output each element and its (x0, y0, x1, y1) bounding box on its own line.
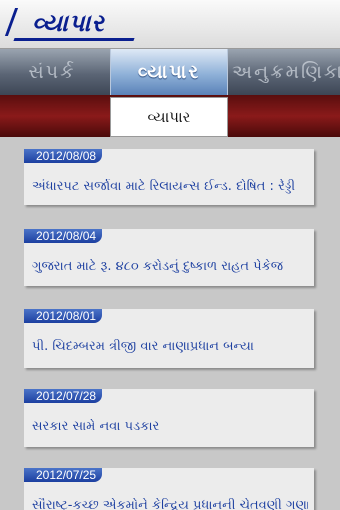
logo-slash-icon (4, 8, 19, 36)
news-item[interactable]: 2012/07/25 સૌરાષ્ટ્ર-કચ્છ એકમોને કેન્દ્ર… (24, 468, 314, 510)
news-title[interactable]: સૌરાષ્ટ્ર-કચ્છ એકમોને કેન્દ્રિય પ્રધાનની… (32, 498, 308, 510)
news-date: 2012/07/28 (24, 389, 103, 403)
news-title[interactable]: સરકાર સામે નવા પડકાર (32, 419, 308, 434)
section-title: વ્યાપાર (110, 97, 228, 137)
news-title[interactable]: અંધારપટ સર્જાવા માટે રિલાયન્સ ઈન્ડ. દોષિ… (32, 179, 308, 194)
news-item[interactable]: 2012/08/01 પી. ચિદમ્બરમ ત્રીજી વાર નાણાપ… (24, 309, 314, 368)
news-title[interactable]: પી. ચિદમ્બરમ ત્રીજી વાર નાણાપ્રધાન બન્યા (32, 339, 308, 354)
news-date: 2012/08/01 (24, 309, 103, 323)
app-header: વ્યાપાર (0, 0, 340, 49)
news-date: 2012/07/25 (24, 468, 103, 482)
logo-underline-icon (13, 38, 135, 41)
news-item[interactable]: 2012/07/28 સરકાર સામે નવા પડકાર (24, 389, 314, 447)
tab-contact[interactable]: સંપર્ક (0, 49, 108, 95)
news-list[interactable]: 2012/08/08 અંધારપટ સર્જાવા માટે રિલાયન્સ… (0, 137, 340, 510)
news-title[interactable]: ગુજરાત માટે રૂ. ૪૮૦ કરોડનું દુષ્કાળ રાહત… (32, 259, 308, 274)
news-date: 2012/08/08 (24, 149, 103, 163)
news-item[interactable]: 2012/08/08 અંધારપટ સર્જાવા માટે રિલાયન્સ… (24, 149, 314, 205)
tab-bar: સંપર્ક વ્યાપાર અનુક્રમણિકા (0, 49, 340, 95)
news-date: 2012/08/04 (24, 229, 103, 243)
tab-index[interactable]: અનુક્રમણિકા (228, 49, 340, 95)
news-item[interactable]: 2012/08/04 ગુજરાત માટે રૂ. ૪૮૦ કરોડનું દ… (24, 229, 314, 286)
tab-business[interactable]: વ્યાપાર (110, 49, 228, 95)
app-logo: વ્યાપાર (32, 9, 105, 37)
